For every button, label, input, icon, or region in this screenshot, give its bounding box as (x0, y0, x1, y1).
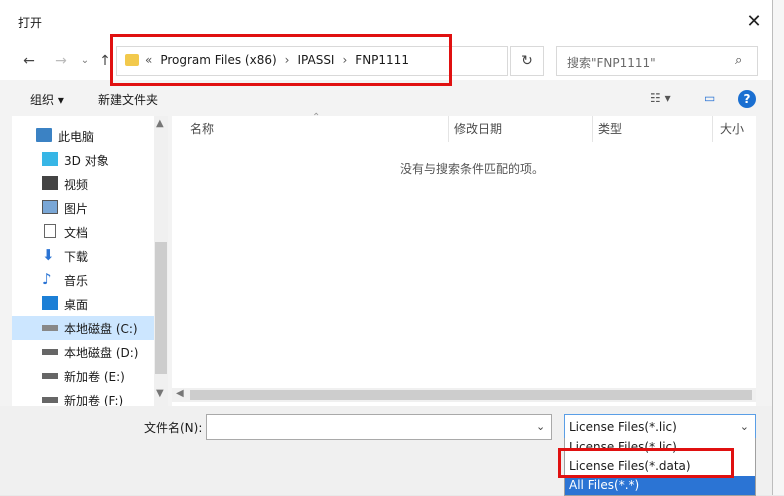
filetype-highlight-box (558, 448, 734, 478)
background-window-edge (773, 0, 784, 495)
search-input[interactable]: 搜索"FNP1111" ⌕ (556, 46, 758, 76)
sidebar-item-desktop[interactable]: 桌面 (12, 292, 162, 316)
recent-locations-icon[interactable]: ⌄ (74, 50, 96, 72)
sidebar-item-label: 桌面 (64, 298, 89, 312)
sidebar-item-label: 本地磁盘 (D:) (64, 346, 139, 360)
column-header-modified[interactable]: 修改日期 (454, 120, 502, 137)
column-header-name[interactable]: 名称 (190, 120, 214, 137)
column-divider[interactable] (712, 116, 713, 142)
filename-history-dropdown-icon[interactable]: ⌄ (536, 420, 545, 433)
sidebar-item-local-disk-d[interactable]: 本地磁盘 (D:) (12, 340, 162, 364)
sidebar-item-label: 下载 (64, 250, 89, 264)
music-icon: ♪ (42, 270, 52, 288)
close-icon[interactable]: ✕ (742, 10, 766, 34)
forward-arrow-icon[interactable]: → (50, 50, 72, 72)
option-label: All Files(*.*) (569, 478, 640, 492)
sidebar-item-3d-objects[interactable]: 3D 对象 (12, 148, 162, 172)
column-divider[interactable] (448, 116, 449, 142)
dialog-title: 打开 (18, 16, 43, 30)
column-divider[interactable] (592, 116, 593, 142)
sidebar-item-this-pc[interactable]: 此电脑 (0, 124, 150, 148)
column-header-type[interactable]: 类型 (598, 120, 622, 137)
filetype-option-all[interactable]: All Files(*.*) (565, 476, 755, 495)
drive-icon (42, 325, 58, 331)
file-list-hscroll-thumb[interactable] (190, 390, 752, 400)
sidebar-item-new-volume-f[interactable]: 新加卷 (F:) (12, 388, 162, 406)
drive-icon (42, 349, 58, 355)
scroll-down-icon[interactable]: ▼ (156, 388, 164, 399)
desktop-icon (42, 296, 58, 310)
organize-menu[interactable]: 组织 ▾ (30, 91, 64, 108)
sidebar-item-documents[interactable]: 文档 (12, 220, 162, 244)
scroll-left-icon[interactable]: ◀ (176, 388, 184, 399)
sidebar-item-label: 图片 (64, 202, 89, 216)
refresh-button[interactable]: ↻ (510, 46, 544, 76)
video-icon (42, 176, 58, 190)
filename-label: 文件名(N): (144, 421, 203, 435)
filetype-select[interactable]: License Files(*.lic) ⌄ (564, 414, 756, 440)
preview-pane-icon[interactable]: ▭ (704, 91, 715, 105)
sidebar-item-label: 3D 对象 (64, 154, 109, 168)
filename-field[interactable] (206, 414, 552, 440)
navigation-pane: 此电脑 3D 对象 视频 图片 文档 ⬇ 下载 ♪ 音乐 桌面 本地磁盘 (C:… (12, 116, 168, 406)
sidebar-item-label: 此电脑 (58, 130, 95, 144)
drive-icon (42, 373, 58, 379)
search-icon[interactable]: ⌕ (735, 53, 749, 68)
picture-icon (42, 200, 58, 214)
download-icon: ⬇ (42, 246, 55, 264)
address-highlight-box (110, 34, 452, 86)
sidebar-item-label: 新加卷 (E:) (64, 370, 125, 384)
sidebar-item-downloads[interactable]: ⬇ 下载 (12, 244, 162, 268)
help-icon[interactable]: ? (738, 90, 756, 108)
sidebar-item-music[interactable]: ♪ 音乐 (12, 268, 162, 292)
filetype-selected-value: License Files(*.lic) (569, 420, 677, 434)
back-arrow-icon[interactable]: ← (18, 50, 40, 72)
sidebar-item-label: 音乐 (64, 274, 89, 288)
sidebar-scroll-thumb[interactable] (155, 242, 167, 374)
computer-icon (36, 128, 52, 142)
document-icon (44, 224, 56, 238)
sidebar-item-label: 本地磁盘 (C:) (64, 322, 138, 336)
scroll-up-icon[interactable]: ▲ (156, 118, 164, 129)
sidebar-item-label: 文档 (64, 226, 89, 240)
sidebar-item-label: 新加卷 (F:) (64, 394, 124, 406)
empty-folder-message: 没有与搜索条件匹配的项。 (400, 162, 545, 176)
search-placeholder: 搜索"FNP1111" (567, 56, 656, 70)
sidebar-item-label: 视频 (64, 178, 89, 192)
sort-caret-icon: ⌃ (312, 112, 321, 123)
new-folder-button[interactable]: 新建文件夹 (98, 91, 158, 108)
drive-icon (42, 397, 58, 403)
cube-icon (42, 152, 58, 166)
view-options-icon[interactable]: ☷ ▾ (650, 91, 671, 105)
chevron-down-icon[interactable]: ⌄ (740, 420, 749, 433)
sidebar-item-pictures[interactable]: 图片 (12, 196, 162, 220)
sidebar-item-videos[interactable]: 视频 (12, 172, 162, 196)
sidebar-item-new-volume-e[interactable]: 新加卷 (E:) (12, 364, 162, 388)
sidebar-item-local-disk-c[interactable]: 本地磁盘 (C:) (12, 316, 162, 340)
file-list: ⌃ 名称 修改日期 类型 大小 没有与搜索条件匹配的项。 (172, 112, 756, 406)
toolbar: 组织 ▾ 新建文件夹 ☷ ▾ ▭ ? (0, 86, 772, 110)
open-file-dialog: 打开 ✕ ← → ⌄ ↑ « Program Files (x86) › IPA… (0, 0, 773, 496)
column-header-size[interactable]: 大小 (720, 120, 744, 137)
